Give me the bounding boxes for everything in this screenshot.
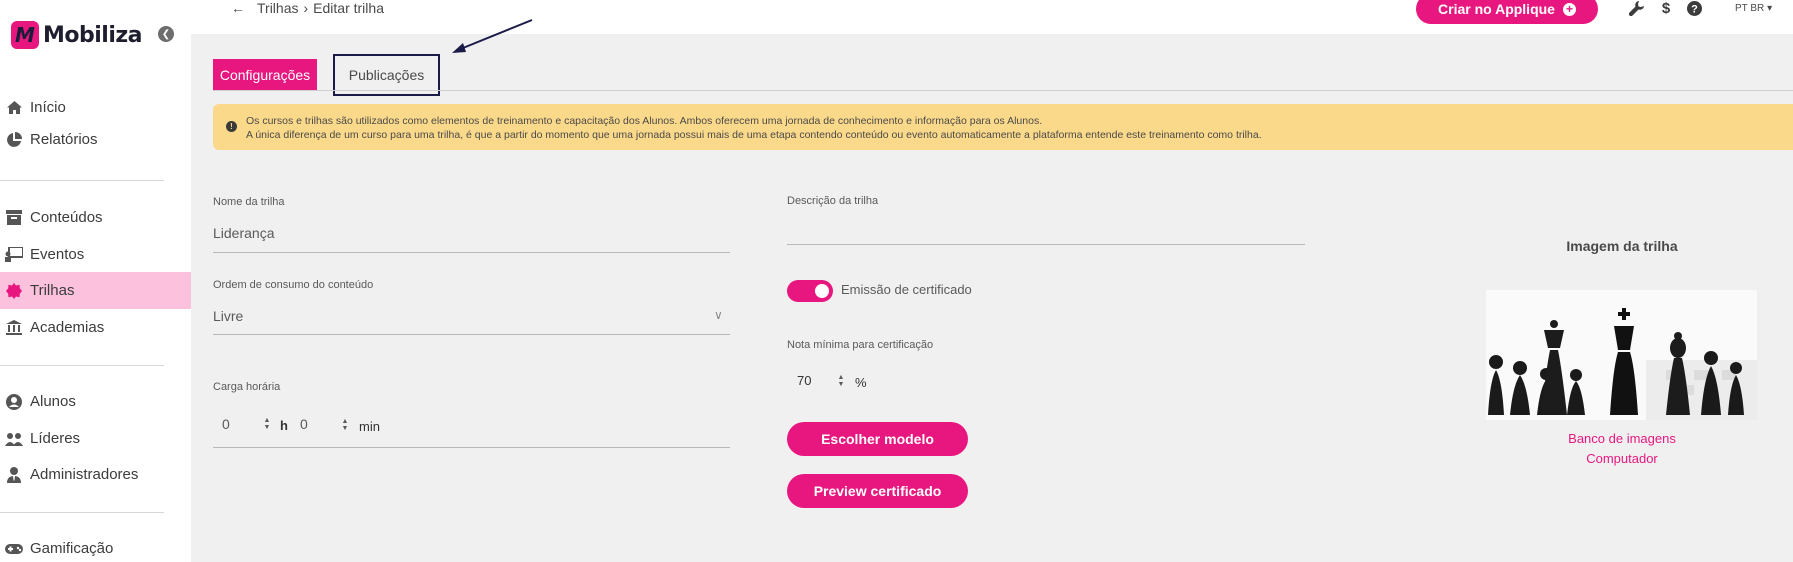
- sidebar-item-label: Academias: [30, 319, 105, 336]
- sidebar-item-alunos[interactable]: Alunos: [0, 383, 191, 420]
- minutes-input[interactable]: 0: [300, 416, 308, 432]
- language-label: PT BR: [1735, 3, 1765, 14]
- sidebar-divider: [0, 512, 164, 513]
- sidebar-item-eventos[interactable]: Eventos: [0, 236, 191, 273]
- sidebar-item-administradores[interactable]: Administradores: [0, 456, 191, 493]
- alert-line-2: A única diferença de um curso para uma t…: [246, 129, 1262, 141]
- wrench-icon[interactable]: [1628, 0, 1644, 16]
- choose-model-button[interactable]: Escolher modelo: [787, 422, 968, 456]
- workload-underline: [213, 447, 730, 448]
- breadcrumb: ← Trilhas › Editar trilha: [231, 0, 384, 16]
- certificate-toggle[interactable]: [787, 280, 833, 302]
- sidebar-item-label: Administradores: [30, 466, 139, 483]
- sidebar-item-trilhas[interactable]: Trilhas: [0, 272, 191, 309]
- name-input[interactable]: Liderança: [213, 225, 275, 241]
- preview-certificate-button[interactable]: Preview certificado: [787, 474, 968, 508]
- badge-icon: [5, 282, 23, 300]
- stepper-down-icon: ▼: [341, 425, 349, 432]
- create-in-applique-button[interactable]: Criar no Applique +: [1416, 0, 1598, 24]
- tabs-underline: [213, 90, 1793, 91]
- chevron-left-icon: ❮: [161, 28, 171, 40]
- users-icon: [5, 430, 23, 448]
- back-arrow-icon[interactable]: ←: [231, 0, 245, 16]
- stepper-up-icon: ▲: [341, 418, 349, 425]
- name-input-underline: [213, 252, 730, 253]
- stepper-down-icon: ▼: [837, 381, 845, 388]
- archive-icon: [5, 209, 23, 227]
- name-label: Nome da trilha: [213, 196, 285, 208]
- info-alert: ! Os cursos e trilhas são utilizados com…: [213, 104, 1793, 150]
- stepper-up-icon: ▲: [837, 374, 845, 381]
- brand-name: Mobiliza: [43, 22, 143, 48]
- hours-input[interactable]: 0: [222, 416, 230, 432]
- sidebar-item-label: Gamificação: [30, 540, 114, 557]
- order-select[interactable]: Livre: [213, 308, 243, 324]
- sidebar-item-label: Trilhas: [30, 282, 75, 299]
- min-grade-input[interactable]: 70: [797, 373, 811, 388]
- sidebar-item-label: Relatórios: [30, 131, 98, 148]
- caret-down-icon: ▾: [1767, 3, 1773, 14]
- help-icon[interactable]: ?: [1686, 0, 1702, 16]
- sidebar-item-gamificacao[interactable]: Gamificação: [0, 530, 191, 562]
- toggle-knob: [815, 284, 829, 298]
- sidebar-divider: [0, 365, 164, 366]
- track-image: [1486, 290, 1757, 420]
- image-bank-link[interactable]: Banco de imagens: [1486, 431, 1758, 446]
- top-bar: ← Trilhas › Editar trilha Criar no Appli…: [191, 0, 1793, 34]
- sidebar-item-conteudos[interactable]: Conteúdos: [0, 199, 191, 236]
- breadcrumb-parent[interactable]: Trilhas: [257, 0, 299, 16]
- university-icon: [5, 319, 23, 337]
- order-select-underline: [213, 334, 730, 335]
- language-selector[interactable]: PT BR ▾: [1735, 3, 1772, 14]
- minutes-unit: min: [359, 419, 380, 434]
- home-icon: [5, 99, 23, 117]
- sidebar-item-label: Alunos: [30, 393, 76, 410]
- breadcrumb-current: Editar trilha: [313, 0, 384, 16]
- sidebar-item-label: Líderes: [30, 430, 81, 447]
- svg-text:?: ?: [1691, 3, 1698, 15]
- hours-unit: h: [280, 418, 288, 433]
- sidebar-divider: [0, 180, 164, 181]
- sidebar-item-label: Eventos: [30, 246, 85, 263]
- exclamation-circle-icon: !: [226, 121, 237, 132]
- sidebar: M Mobiliza ❮ Início Relatórios Conteúdos…: [0, 0, 191, 562]
- create-button-label: Criar no Applique: [1438, 1, 1555, 17]
- image-title: Imagem da trilha: [1566, 238, 1678, 254]
- sidebar-item-label: Início: [30, 99, 66, 116]
- description-label: Descrição da trilha: [787, 195, 879, 207]
- minutes-stepper[interactable]: ▲ ▼: [340, 416, 350, 434]
- dollar-icon[interactable]: $: [1658, 0, 1674, 17]
- sidebar-item-academias[interactable]: Academias: [0, 309, 191, 346]
- user-tie-icon: [5, 466, 23, 484]
- sidebar-item-label: Conteúdos: [30, 209, 103, 226]
- computer-upload-link[interactable]: Computador: [1486, 451, 1758, 466]
- user-circle-icon: [5, 393, 23, 411]
- stepper-down-icon: ▼: [263, 424, 271, 431]
- description-underline: [787, 244, 1305, 245]
- tab-configuracoes[interactable]: Configurações: [213, 59, 317, 91]
- certificate-label: Emissão de certificado: [841, 282, 972, 297]
- chevron-down-icon[interactable]: ∨: [714, 308, 723, 322]
- brand-logo[interactable]: M Mobiliza: [11, 21, 143, 49]
- pie-chart-icon: [5, 131, 23, 149]
- sidebar-item-relatorios[interactable]: Relatórios: [0, 121, 191, 158]
- breadcrumb-separator-icon: ›: [303, 0, 309, 16]
- stepper-up-icon: ▲: [263, 417, 271, 424]
- plus-circle-icon: +: [1562, 2, 1576, 16]
- presentation-icon: [5, 246, 23, 264]
- order-label: Ordem de consumo do conteúdo: [213, 279, 374, 291]
- min-grade-unit: %: [855, 375, 867, 390]
- sidebar-item-lideres[interactable]: Líderes: [0, 420, 191, 457]
- collapse-sidebar-button[interactable]: ❮: [158, 26, 174, 42]
- alert-line-1: Os cursos e trilhas são utilizados como …: [246, 115, 1043, 127]
- min-grade-stepper[interactable]: ▲ ▼: [836, 372, 846, 390]
- brand-mark-icon: M: [11, 21, 39, 49]
- workload-label: Carga horária: [213, 381, 281, 393]
- gamepad-icon: [5, 540, 23, 558]
- hours-stepper[interactable]: ▲ ▼: [262, 415, 272, 433]
- min-grade-label: Nota mínima para certificação: [787, 339, 934, 351]
